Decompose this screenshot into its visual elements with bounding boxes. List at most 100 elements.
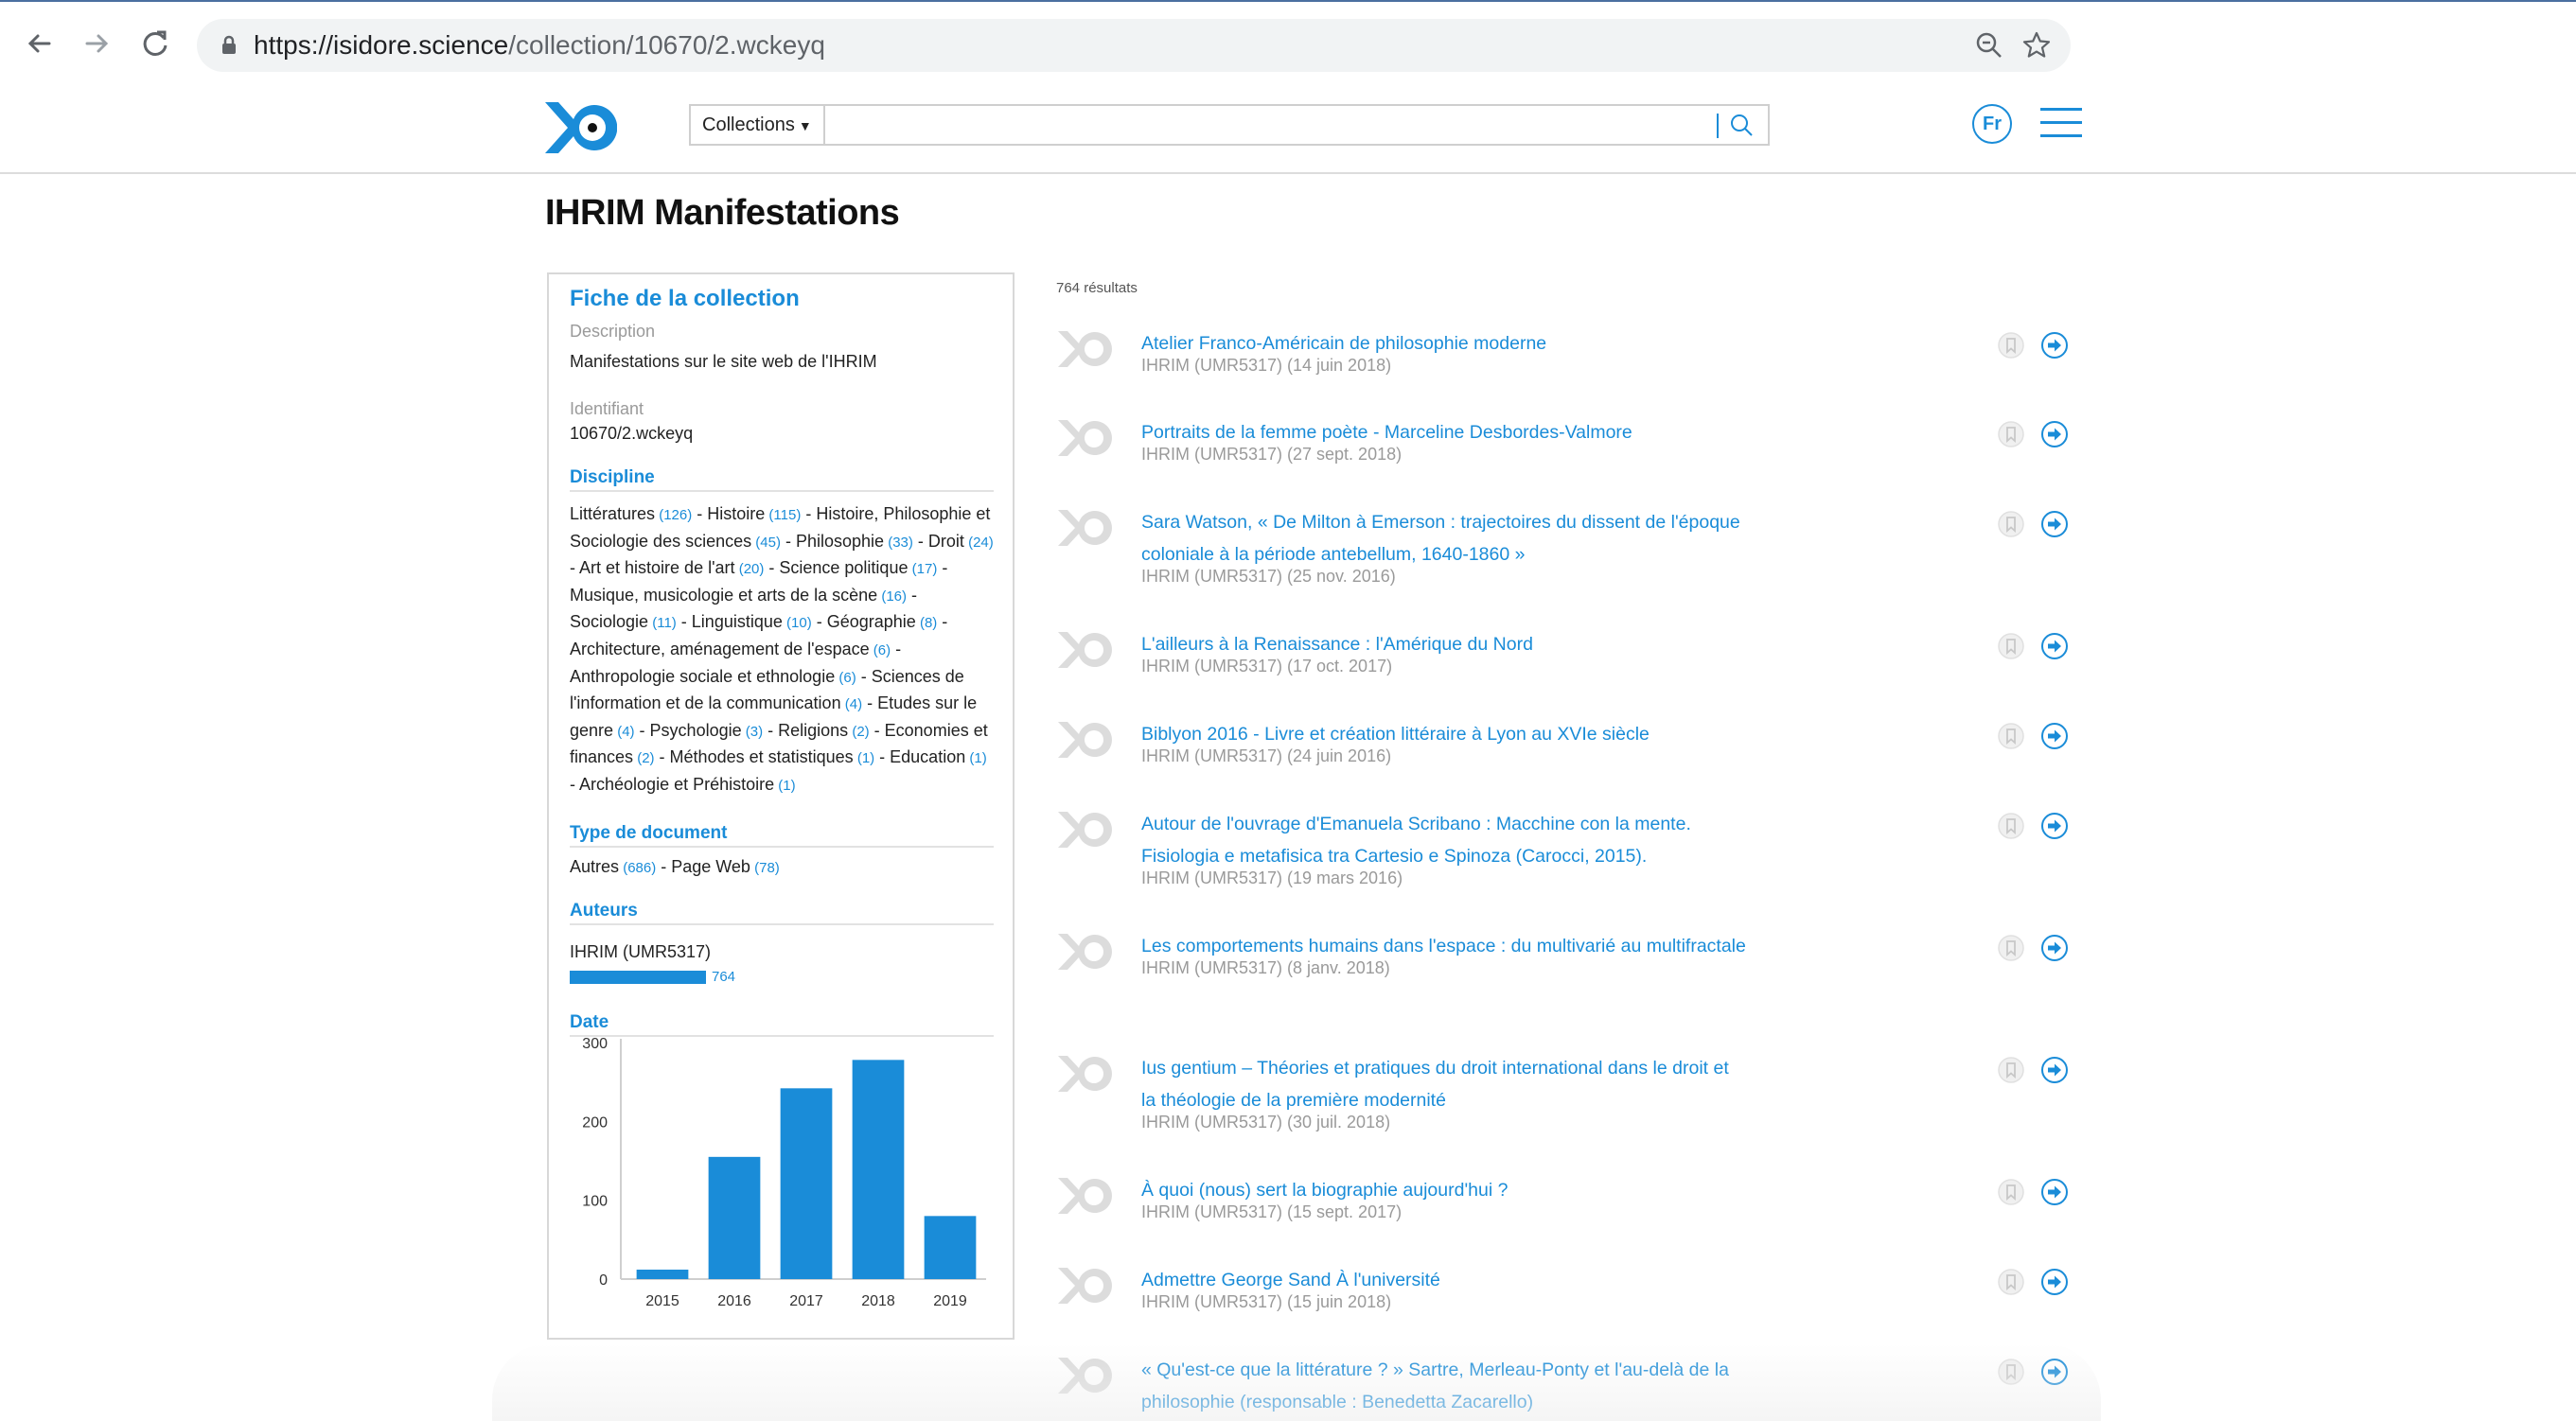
star-bookmark-icon[interactable]: [2021, 30, 2052, 61]
authors-heading: Auteurs: [570, 901, 994, 925]
discipline-item[interactable]: Géographie (8): [827, 612, 938, 631]
date-bar-chart: 0 100 200 300 2015 2016 2017 2018 2019: [582, 1036, 986, 1309]
browser-toolbar: https://isidore.science/collection/10670…: [0, 0, 2576, 87]
bookmark-icon[interactable]: [1997, 1268, 2025, 1296]
reload-icon[interactable]: [136, 25, 174, 62]
result-title[interactable]: Admettre George Sand À l'université: [1141, 1264, 1747, 1296]
result-title[interactable]: « Qu'est-ce que la littérature ? » Sartr…: [1141, 1354, 1747, 1418]
discipline-count: (6): [869, 641, 891, 658]
chart-x-tick-label: 2015: [645, 1293, 679, 1309]
discipline-count: (1): [774, 777, 796, 794]
bookmark-icon[interactable]: [1997, 510, 2025, 538]
discipline-item[interactable]: Littératures (126): [570, 504, 692, 523]
collections-dropdown[interactable]: Collections ▼: [691, 106, 825, 144]
doctype-count: (78): [750, 860, 780, 876]
result-title[interactable]: L'ailleurs à la Renaissance : l'Amérique…: [1141, 628, 1747, 660]
doctype-count: (686): [619, 860, 657, 876]
discipline-item[interactable]: Sociologie (11): [570, 612, 677, 631]
author-bar: [570, 971, 706, 984]
forward-arrow-icon[interactable]: [78, 25, 115, 62]
result-title[interactable]: Les comportements humains dans l'espace …: [1141, 930, 1747, 962]
discipline-item[interactable]: Musique, musicologie et arts de la scène…: [570, 586, 907, 605]
chart-bar: [636, 1270, 689, 1279]
discipline-count: (10): [782, 615, 812, 632]
back-arrow-icon[interactable]: [21, 25, 59, 62]
bookmark-icon[interactable]: [1997, 420, 2025, 448]
result-title[interactable]: Biblyon 2016 - Livre et création littéra…: [1141, 718, 1747, 750]
open-arrow-icon[interactable]: [2040, 632, 2069, 660]
result-title[interactable]: Sara Watson, « De Milton à Emerson : tra…: [1141, 506, 1747, 570]
discipline-item[interactable]: Philosophie (33): [796, 532, 913, 551]
discipline-item[interactable]: Méthodes et statistiques (1): [670, 747, 875, 766]
discipline-item[interactable]: Psychologie (3): [650, 721, 764, 740]
chart-x-tick-label: 2018: [861, 1293, 895, 1309]
discipline-item[interactable]: Art et histoire de l'art (20): [579, 558, 764, 577]
result-title[interactable]: Portraits de la femme poète - Marceline …: [1141, 416, 1747, 448]
bookmark-icon[interactable]: [1997, 331, 2025, 360]
chart-bar: [852, 1060, 905, 1279]
discipline-name: Anthropologie sociale et ethnologie: [570, 666, 836, 686]
discipline-item[interactable]: Religions (2): [778, 721, 870, 740]
open-arrow-icon[interactable]: [2040, 1268, 2069, 1296]
result-meta: IHRIM (UMR5317) (14 juin 2018): [1141, 356, 1392, 375]
discipline-name: Musique, musicologie et arts de la scène: [570, 585, 878, 605]
discipline-count: (2): [848, 723, 870, 740]
result-title[interactable]: Autour de l'ouvrage d'Emanuela Scribano …: [1141, 808, 1747, 872]
url-text: https://isidore.science/collection/10670…: [254, 30, 825, 61]
result-title[interactable]: À quoi (nous) sert la biographie aujourd…: [1141, 1174, 1747, 1206]
discipline-count: (11): [648, 615, 677, 632]
discipline-count: (115): [765, 507, 802, 523]
discipline-item[interactable]: Archéologie et Préhistoire (1): [579, 775, 796, 794]
discipline-name: Droit: [927, 531, 964, 551]
search-icon[interactable]: [1728, 112, 1755, 138]
doctype-item[interactable]: Autres (686): [570, 857, 656, 876]
chart-y-tick-label: 200: [582, 1114, 608, 1131]
open-arrow-icon[interactable]: [2040, 1178, 2069, 1206]
discipline-item[interactable]: Anthropologie sociale et ethnologie (6): [570, 667, 856, 686]
lock-icon: [222, 35, 236, 54]
result-logo-icon: [1058, 934, 1112, 970]
open-arrow-icon[interactable]: [2040, 1056, 2069, 1084]
result-title[interactable]: Atelier Franco-Américain de philosophie …: [1141, 327, 1747, 360]
bookmark-icon[interactable]: [1997, 722, 2025, 750]
discipline-item[interactable]: Education (1): [890, 747, 987, 766]
result-logo-icon: [1058, 722, 1112, 758]
open-arrow-icon[interactable]: [2040, 1358, 2069, 1386]
open-arrow-icon[interactable]: [2040, 420, 2069, 448]
open-arrow-icon[interactable]: [2040, 331, 2069, 360]
open-arrow-icon[interactable]: [2040, 510, 2069, 538]
address-bar[interactable]: https://isidore.science/collection/10670…: [197, 19, 2071, 72]
bookmark-icon[interactable]: [1997, 1178, 2025, 1206]
bookmark-icon[interactable]: [1997, 632, 2025, 660]
author-name[interactable]: IHRIM (UMR5317): [570, 942, 711, 962]
url-path: /collection/10670/2.wckeyq: [508, 30, 825, 60]
discipline-item[interactable]: Science politique (17): [779, 558, 937, 577]
bookmark-icon[interactable]: [1997, 1358, 2025, 1386]
chart-x-tick-label: 2016: [717, 1293, 751, 1309]
bookmark-icon[interactable]: [1997, 812, 2025, 840]
language-button[interactable]: Fr: [1972, 104, 2012, 144]
search-input[interactable]: [829, 106, 1685, 146]
zoom-icon[interactable]: [1974, 30, 2004, 61]
bookmark-icon[interactable]: [1997, 1056, 2025, 1084]
collection-card: Fiche de la collection Description Manif…: [547, 272, 1015, 1340]
discipline-item[interactable]: Droit (24): [928, 532, 994, 551]
result-meta: IHRIM (UMR5317) (15 juin 2018): [1141, 1292, 1392, 1311]
bookmark-icon[interactable]: [1997, 934, 2025, 962]
result-title[interactable]: Ius gentium – Théories et pratiques du d…: [1141, 1052, 1747, 1116]
discipline-count: (17): [908, 561, 938, 578]
hamburger-menu-icon[interactable]: [2040, 106, 2082, 140]
open-arrow-icon[interactable]: [2040, 812, 2069, 840]
description-value: Manifestations sur le site web de l'IHRI…: [570, 352, 877, 371]
card-title: Fiche de la collection: [570, 286, 800, 311]
discipline-item[interactable]: Architecture, aménagement de l'espace (6…: [570, 640, 891, 658]
open-arrow-icon[interactable]: [2040, 934, 2069, 962]
doctype-item[interactable]: Page Web (78): [671, 857, 780, 876]
doctype-list: Autres (686) - Page Web (78): [570, 857, 780, 876]
discipline-item[interactable]: Histoire (115): [707, 504, 801, 523]
isidore-logo-icon[interactable]: [543, 96, 617, 159]
open-arrow-icon[interactable]: [2040, 722, 2069, 750]
discipline-count: (16): [877, 588, 908, 605]
result-logo-icon: [1058, 1178, 1112, 1214]
discipline-item[interactable]: Linguistique (10): [692, 612, 812, 631]
